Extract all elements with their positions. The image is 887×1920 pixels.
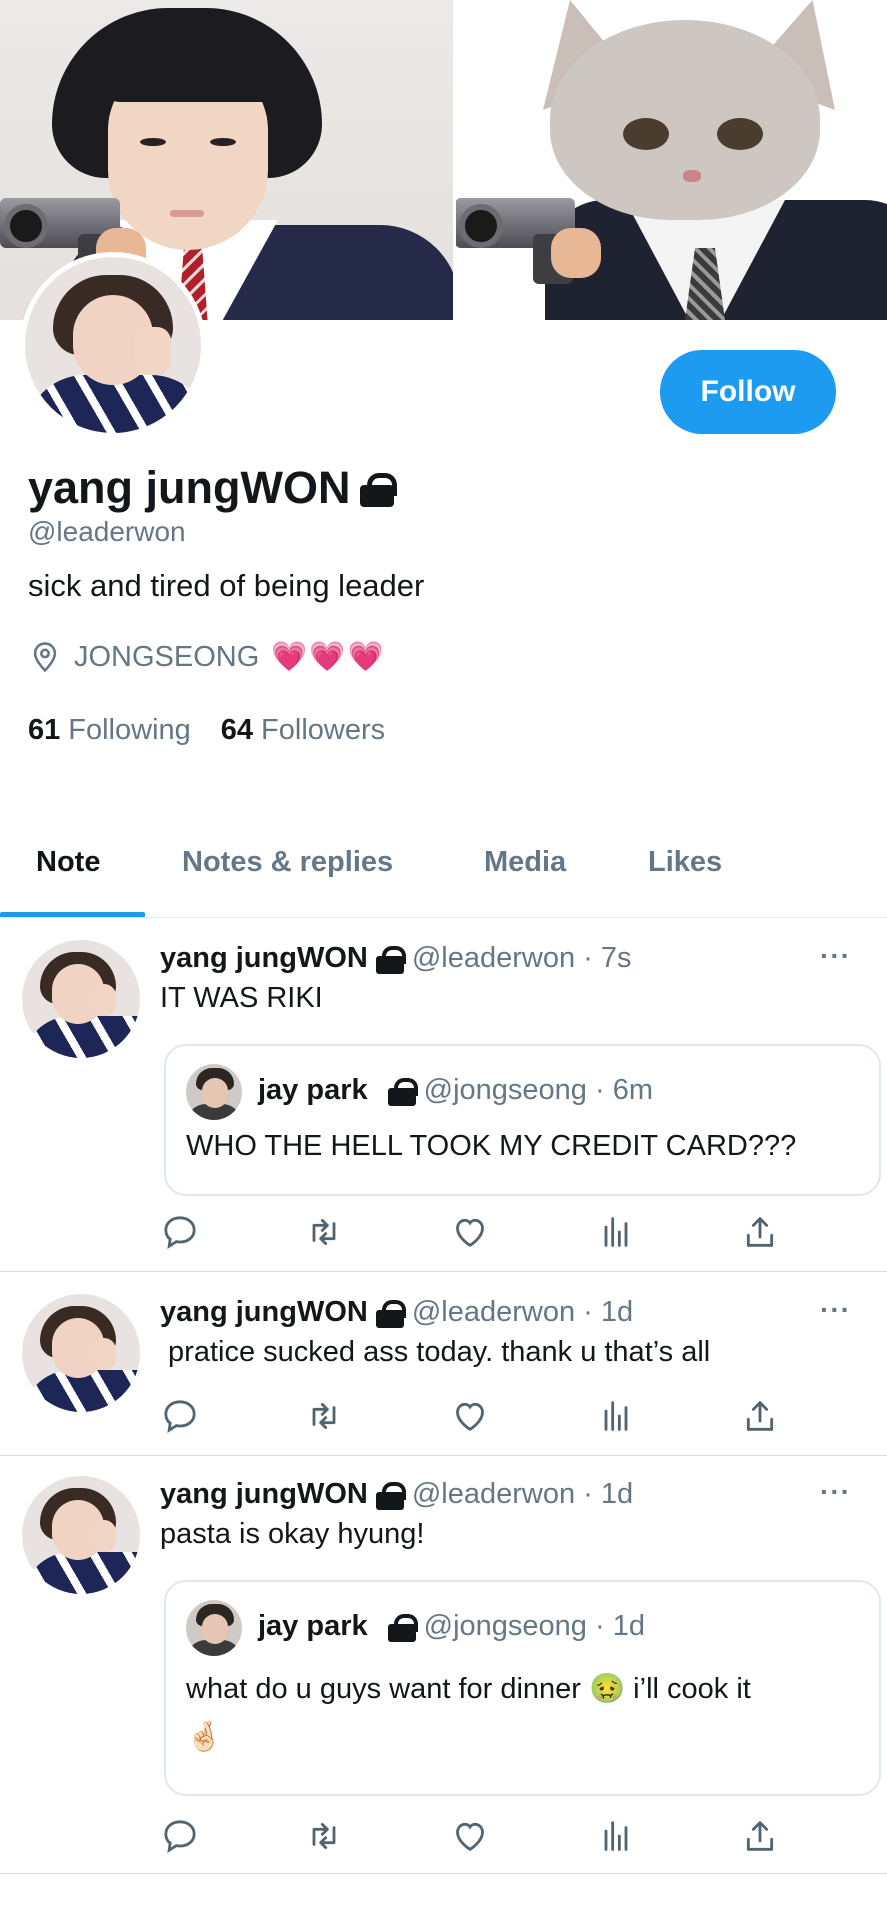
quote-header: jay park @jongseong · 1d bbox=[258, 1610, 645, 1643]
quote-meta: @jongseong · 6m bbox=[423, 1074, 653, 1106]
post-author-name[interactable]: yang jungWON bbox=[160, 1478, 368, 1511]
quoted-tweet[interactable]: jay park @jongseong · 6m WHO THE HELL TO… bbox=[164, 1044, 881, 1196]
post-avatar[interactable] bbox=[22, 1294, 140, 1412]
reply-icon[interactable] bbox=[160, 1816, 200, 1856]
quote-author-name: jay park bbox=[258, 1074, 368, 1106]
profile-handle: @leaderwon bbox=[28, 516, 186, 547]
tweet-item[interactable]: yang jungWON @leaderwon · 7s ··· IT WAS … bbox=[0, 920, 887, 1272]
post-author-name[interactable]: yang jungWON bbox=[160, 942, 368, 975]
more-icon[interactable]: ··· bbox=[820, 1294, 851, 1326]
tweet-actions bbox=[160, 1212, 780, 1252]
quote-avatar bbox=[186, 1600, 242, 1656]
lock-icon bbox=[375, 945, 406, 974]
quote-author-name: jay park bbox=[258, 1610, 368, 1642]
post-avatar[interactable] bbox=[22, 940, 140, 1058]
post-meta: @leaderwon · 1d bbox=[411, 1296, 634, 1328]
tabs-divider bbox=[0, 917, 887, 918]
retweet-icon[interactable] bbox=[304, 1396, 344, 1436]
tweet-item[interactable]: yang jungWON @leaderwon · 1d ··· pratice… bbox=[0, 1272, 887, 1456]
quote-text: WHO THE HELL TOOK MY CREDIT CARD??? bbox=[186, 1130, 797, 1162]
quote-avatar bbox=[186, 1064, 242, 1120]
location-text: JONGSEONG bbox=[74, 640, 260, 673]
tab-note[interactable]: Note bbox=[36, 846, 100, 879]
share-icon[interactable] bbox=[740, 1212, 780, 1252]
quote-header: jay park @jongseong · 6m bbox=[258, 1074, 653, 1107]
lock-icon bbox=[387, 1613, 418, 1642]
more-icon[interactable]: ··· bbox=[820, 1476, 851, 1508]
tab-notes-replies[interactable]: Notes & replies bbox=[182, 846, 393, 879]
followers-link[interactable]: 64 Followers bbox=[221, 714, 385, 747]
quote-meta: @jongseong · 1d bbox=[423, 1610, 645, 1642]
location-pin-icon bbox=[33, 642, 57, 673]
post-text: pasta is okay hyung! bbox=[160, 1518, 425, 1550]
tweet-item[interactable]: yang jungWON @leaderwon · 1d ··· pasta i… bbox=[0, 1456, 887, 1874]
lock-icon bbox=[360, 473, 398, 507]
share-icon[interactable] bbox=[740, 1396, 780, 1436]
banner-photo-right bbox=[455, 0, 887, 320]
location-emoji: 💗💗💗 bbox=[271, 641, 386, 673]
profile-name-row: yang jungWON bbox=[28, 462, 398, 514]
profile-avatar[interactable] bbox=[20, 252, 206, 438]
more-icon[interactable]: ··· bbox=[820, 940, 851, 972]
stats-icon[interactable] bbox=[596, 1396, 636, 1436]
retweet-icon[interactable] bbox=[304, 1816, 344, 1856]
share-icon[interactable] bbox=[740, 1816, 780, 1856]
post-header: yang jungWON @leaderwon · 7s bbox=[160, 942, 631, 975]
stats-icon[interactable] bbox=[596, 1212, 636, 1252]
profile-location: JONGSEONG 💗💗💗 bbox=[28, 640, 386, 674]
lock-icon bbox=[375, 1299, 406, 1328]
post-avatar[interactable] bbox=[22, 1476, 140, 1594]
post-author-name[interactable]: yang jungWON bbox=[160, 1296, 368, 1329]
lock-icon bbox=[387, 1077, 418, 1106]
reply-icon[interactable] bbox=[160, 1212, 200, 1252]
like-icon[interactable] bbox=[450, 1212, 490, 1252]
lock-icon bbox=[375, 1481, 406, 1510]
post-header: yang jungWON @leaderwon · 1d bbox=[160, 1296, 633, 1329]
like-icon[interactable] bbox=[450, 1396, 490, 1436]
profile-bio: sick and tired of being leader bbox=[28, 568, 425, 603]
like-icon[interactable] bbox=[450, 1816, 490, 1856]
tab-media[interactable]: Media bbox=[484, 846, 566, 879]
banner-divider bbox=[453, 0, 456, 320]
display-name: yang jungWON bbox=[28, 462, 351, 513]
tab-likes[interactable]: Likes bbox=[648, 846, 722, 879]
quote-text: what do u guys want for dinner 🤢 i’ll co… bbox=[186, 1673, 751, 1705]
tweet-actions bbox=[160, 1396, 780, 1436]
post-text: IT WAS RIKI bbox=[160, 982, 323, 1014]
quote-text-emoji: 🤞🏻 bbox=[186, 1721, 223, 1753]
following-link[interactable]: 61 Following bbox=[28, 714, 191, 747]
post-header: yang jungWON @leaderwon · 1d bbox=[160, 1478, 633, 1511]
quoted-tweet[interactable]: jay park @jongseong · 1d what do u guys … bbox=[164, 1580, 881, 1796]
follow-button[interactable]: Follow bbox=[660, 350, 836, 434]
retweet-icon[interactable] bbox=[304, 1212, 344, 1252]
post-meta: @leaderwon · 1d bbox=[411, 1478, 634, 1510]
tweet-actions bbox=[160, 1816, 780, 1856]
stats-icon[interactable] bbox=[596, 1816, 636, 1856]
follow-stats: 61 Following 64 Followers bbox=[28, 714, 385, 747]
post-text: pratice sucked ass today. thank u that’s… bbox=[160, 1336, 711, 1368]
post-meta: @leaderwon · 7s bbox=[411, 942, 632, 974]
reply-icon[interactable] bbox=[160, 1396, 200, 1436]
gun-image-right bbox=[455, 188, 601, 284]
